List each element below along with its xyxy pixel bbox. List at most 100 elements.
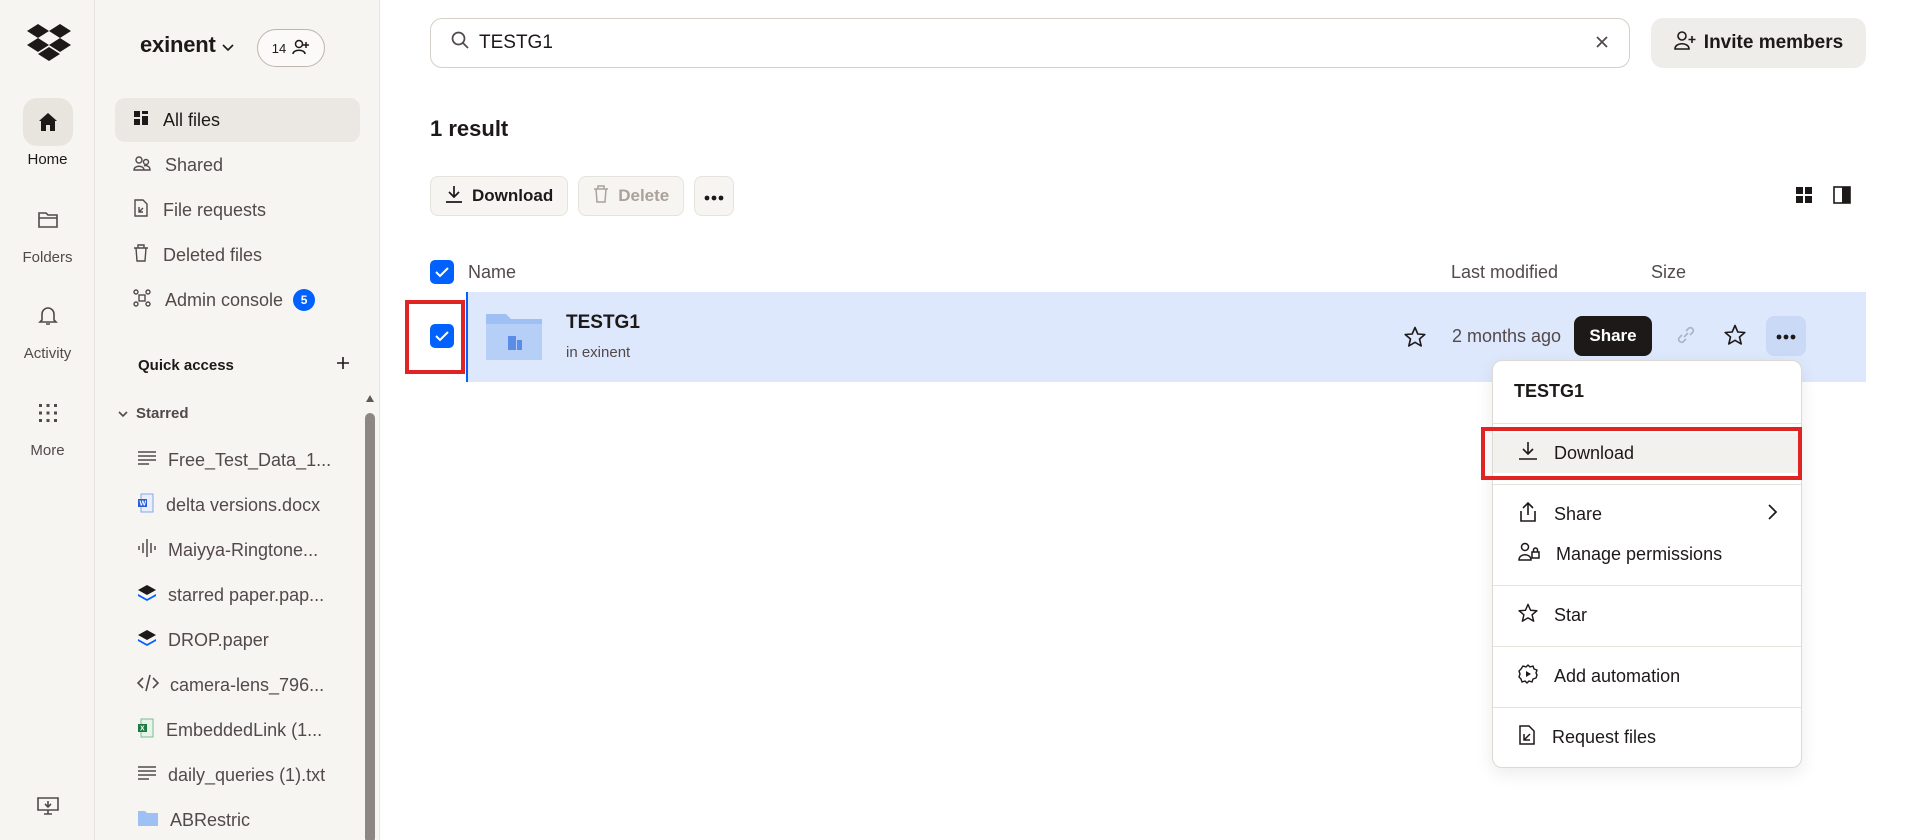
folder-icon	[484, 310, 544, 367]
grid-icon	[23, 389, 73, 437]
menu-item-label: Manage permissions	[1556, 543, 1723, 564]
rail-home-label: Home	[27, 151, 68, 168]
starred-item[interactable]: daily_queries (1).txt	[137, 753, 347, 798]
add-quick-access-icon[interactable]	[336, 356, 350, 374]
chevron-right-icon	[1768, 504, 1778, 525]
trash-icon	[593, 184, 609, 208]
home-icon	[22, 98, 73, 146]
file-name[interactable]: TESTG1	[566, 312, 640, 334]
starred-item-label: camera-lens_796...	[170, 675, 325, 695]
file-toolbar: Download Delete	[430, 176, 735, 216]
star-icon[interactable]	[1724, 324, 1746, 351]
menu-item-add-automation[interactable]: Add automation	[1493, 656, 1801, 696]
more-actions-button[interactable]	[694, 176, 735, 216]
desktop-app-icon[interactable]	[36, 795, 60, 822]
starred-label: Starred	[136, 405, 189, 422]
clear-search-icon[interactable]	[1595, 32, 1609, 55]
column-name[interactable]: Name	[468, 262, 516, 283]
excel-icon: X	[137, 718, 155, 743]
starred-item[interactable]: starred paper.pap...	[137, 573, 347, 618]
starred-item-label: DROP.paper	[168, 630, 269, 650]
menu-item-label: Share	[1554, 503, 1603, 524]
request-files-icon	[1518, 724, 1536, 750]
starred-item-label: Maiyya-Ringtone...	[168, 540, 319, 560]
rail-activity-label: Activity	[23, 345, 72, 362]
starred-item[interactable]: camera-lens_796...	[137, 663, 347, 708]
sidebar-item-admin-console[interactable]: Admin console 5	[115, 278, 360, 322]
select-all-checkbox[interactable]	[430, 260, 454, 284]
quick-access-header: Quick access	[138, 356, 350, 374]
sidebar-item-label: File requests	[163, 199, 267, 220]
add-member-icon	[292, 39, 310, 58]
sidebar-scrollbar[interactable]	[365, 395, 375, 840]
menu-title: TESTG1	[1514, 381, 1585, 401]
rail-activity[interactable]: Activity	[0, 292, 95, 362]
menu-divider	[1493, 484, 1801, 485]
starred-item-label: daily_queries (1).txt	[168, 765, 326, 785]
starred-section-toggle[interactable]: Starred	[118, 405, 189, 422]
starred-item[interactable]: Maiyya-Ringtone...	[137, 528, 347, 573]
left-rail: Home Folders Activity More	[0, 0, 95, 840]
text-file-icon	[137, 450, 157, 471]
menu-divider	[1493, 585, 1801, 586]
starred-item[interactable]: W delta versions.docx	[137, 483, 347, 528]
menu-divider	[1493, 707, 1801, 708]
add-person-icon	[1673, 30, 1696, 56]
word-doc-icon: W	[137, 493, 155, 518]
sidebar-item-file-requests[interactable]: File requests	[115, 188, 360, 232]
results-title: 1 result	[430, 116, 509, 141]
menu-divider	[1493, 423, 1801, 424]
automation-icon	[1518, 663, 1538, 689]
file-request-icon	[133, 198, 149, 222]
copy-link-icon[interactable]	[1676, 324, 1696, 351]
menu-item-manage-permissions[interactable]: Manage permissions	[1493, 534, 1801, 574]
starred-item[interactable]: DROP.paper	[137, 618, 347, 663]
table-header: Name Last modified Size	[430, 252, 1866, 292]
menu-item-request-files[interactable]: Request files	[1493, 717, 1801, 757]
quick-access-label: Quick access	[138, 356, 234, 374]
permissions-icon	[1518, 542, 1540, 567]
rail-folders[interactable]: Folders	[0, 196, 95, 266]
text-file-icon	[137, 765, 157, 786]
menu-item-share[interactable]: Share	[1493, 494, 1801, 534]
dropbox-logo-icon[interactable]	[26, 22, 72, 66]
admin-console-icon	[133, 288, 151, 312]
starred-item[interactable]: ABRestric	[137, 798, 347, 840]
delete-button[interactable]: Delete	[578, 176, 685, 216]
sidebar-item-all-files[interactable]: All files	[115, 98, 360, 142]
menu-item-label: Star	[1554, 604, 1588, 625]
scroll-up-arrow-icon[interactable]	[366, 395, 374, 402]
column-size[interactable]: Size	[1651, 262, 1686, 283]
grid-view-icon[interactable]	[1795, 186, 1813, 209]
share-icon	[1518, 501, 1538, 527]
rail-home[interactable]: Home	[0, 98, 95, 168]
search-icon	[451, 31, 469, 55]
menu-item-label: Request files	[1552, 726, 1657, 747]
rail-more[interactable]: More	[0, 389, 95, 459]
search-input[interactable]: TESTG1	[430, 18, 1630, 68]
sidebar-item-deleted-files[interactable]: Deleted files	[115, 233, 360, 277]
member-count-button[interactable]: 14	[257, 29, 325, 67]
info-panel-icon[interactable]	[1833, 186, 1851, 209]
sidebar-item-shared[interactable]: Shared	[115, 143, 360, 187]
row-checkbox[interactable]	[430, 324, 454, 348]
star-icon[interactable]	[1404, 326, 1426, 353]
audio-icon	[137, 538, 157, 563]
sidebar-item-label: Admin console	[165, 289, 284, 310]
row-more-button[interactable]	[1766, 316, 1806, 356]
share-button[interactable]: Share	[1574, 316, 1652, 356]
starred-item[interactable]: X EmbeddedLink (1...	[137, 708, 347, 753]
download-button[interactable]: Download	[430, 176, 569, 216]
column-last-modified[interactable]: Last modified	[1451, 262, 1558, 283]
invite-members-button[interactable]: Invite members	[1651, 18, 1866, 68]
team-switcher[interactable]: exinent	[140, 32, 234, 58]
invite-members-label: Invite members	[1703, 32, 1844, 53]
scrollbar-thumb[interactable]	[365, 413, 375, 840]
starred-item[interactable]: Free_Test_Data_1...	[137, 438, 347, 483]
menu-item-star[interactable]: Star	[1493, 595, 1801, 635]
admin-notification-badge: 5	[293, 289, 316, 311]
file-context-menu: TESTG1 Download Share Manage permissions…	[1492, 360, 1802, 768]
delete-button-label: Delete	[618, 186, 670, 205]
starred-item-label: EmbeddedLink (1...	[166, 720, 323, 740]
member-count: 14	[271, 40, 287, 56]
